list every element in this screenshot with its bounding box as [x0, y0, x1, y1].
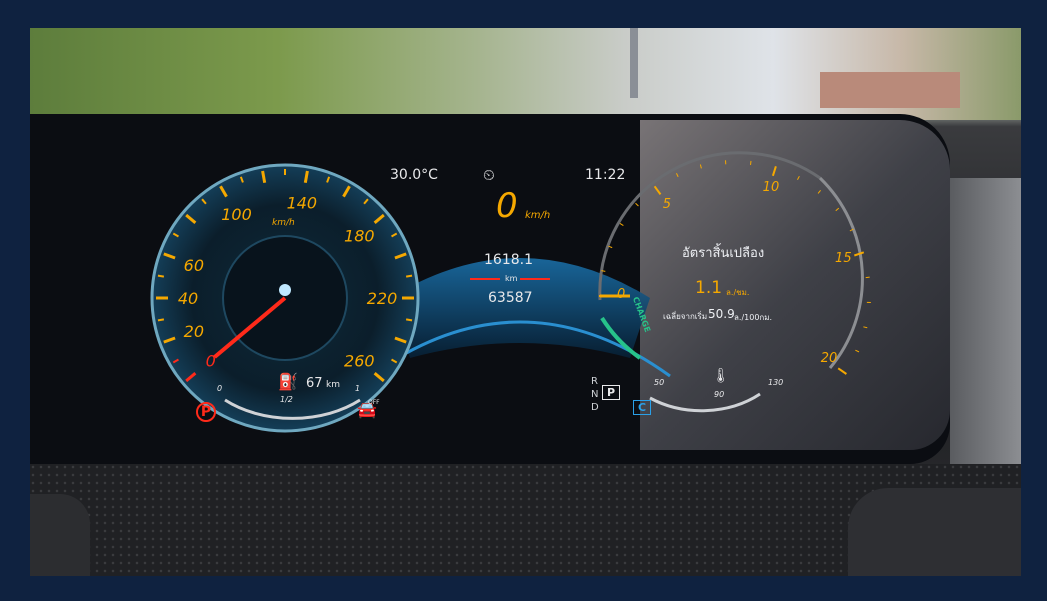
- consumption-tick-label: 0: [617, 287, 626, 302]
- consumption-tick: [837, 367, 847, 375]
- consumption-title: อัตราสิ้นเปลือง: [682, 246, 765, 261]
- photo-frame: 0 20 40 60 100 140 180 220 260 30.0°C ⏲ 11:22 0 …: [0, 0, 1047, 601]
- speed-tick-label: 20: [184, 322, 204, 341]
- gear-r: R: [591, 376, 598, 387]
- gear-n: N: [591, 389, 599, 400]
- speed-tick: [405, 318, 413, 322]
- consumption-tick: [699, 164, 702, 169]
- coolant-high: 130: [768, 378, 784, 387]
- speed-tick-label: 140: [287, 193, 318, 212]
- consumption-average-unit: ล./100กม.: [734, 313, 773, 322]
- drive-mode: C: [633, 400, 652, 415]
- consumption-tick-label: 15: [835, 250, 852, 266]
- consumption-gauge-arc-right: [818, 176, 864, 369]
- parking-brake-icon: P: [196, 402, 216, 422]
- speed-tick-label: 260: [344, 351, 375, 370]
- fuel-empty: 0: [217, 384, 223, 393]
- speed-tick: [157, 318, 165, 322]
- needle-pivot: [279, 284, 291, 296]
- digital-speed: 0: [496, 186, 518, 226]
- consumption-tick: [619, 223, 624, 226]
- speed-tick-label: 0: [206, 351, 216, 370]
- trip-line-left: [470, 278, 500, 280]
- speed-tick-label: 180: [344, 227, 375, 246]
- consumption-tick: [863, 326, 868, 329]
- speed-tick-label: 100: [221, 205, 252, 224]
- consumption-tick: [865, 276, 870, 279]
- coolant-low: 50: [654, 378, 665, 387]
- consumption-tick: [797, 175, 800, 180]
- gear-indicator: R N D: [591, 375, 599, 414]
- speed-tick-label: 220: [367, 289, 398, 308]
- consumption-average-prefix: เฉลี่ยจากเริ่ม: [663, 312, 708, 321]
- assist-off-label: OFF: [368, 399, 380, 406]
- digital-speed-unit: km/h: [525, 210, 551, 221]
- consumption-average: 50.9: [708, 307, 735, 321]
- thermometer-coolant-icon: 🌡: [712, 368, 730, 384]
- consumption-tick: [635, 202, 639, 207]
- consumption-tick: [855, 349, 860, 353]
- fuel-full: 1: [355, 384, 361, 393]
- consumption-tick: [675, 173, 679, 178]
- fuel-range: 67: [306, 376, 323, 391]
- fuel-range-unit: km: [326, 380, 340, 390]
- speed-tick: [157, 274, 165, 278]
- speed-tick: [405, 274, 413, 278]
- speed-tick-label: 60: [184, 256, 204, 275]
- trip-unit: km: [505, 274, 518, 283]
- dashboard-photo: 0 20 40 60 100 140 180 220 260 30.0°C ⏲ 11:22 0 …: [30, 28, 1021, 576]
- clock: 11:22: [585, 167, 626, 183]
- fuel-pump-icon: ⛽: [278, 372, 298, 391]
- speedometer-unit: km/h: [272, 218, 295, 228]
- speed-limiter-icon: ⏲: [483, 166, 495, 184]
- consumption-tick: [817, 189, 821, 194]
- consumption-tick-label: 5: [662, 196, 672, 212]
- consumption-ticks: [599, 160, 871, 375]
- consumption-tick: [653, 185, 662, 195]
- odometer: 63587: [488, 290, 533, 306]
- consumption-tick: [835, 207, 840, 212]
- outside-temperature: 30.0°C: [390, 167, 438, 183]
- consumption-tick: [608, 245, 613, 249]
- trip-distance: 1618.1: [484, 252, 533, 268]
- coolant-gauge-arc: [649, 392, 761, 413]
- speed-tick: [261, 170, 267, 184]
- coolant-mid: 90: [714, 390, 725, 399]
- speed-tick: [303, 170, 309, 184]
- gear-d: D: [591, 402, 599, 413]
- consumption-current-unit: ล./ชม.: [726, 288, 750, 297]
- consumption-tick-label: 10: [762, 180, 780, 196]
- consumption-current: 1.1: [695, 278, 723, 298]
- fuel-half: 1/2: [280, 395, 293, 404]
- consumption-tick-label: 20: [820, 351, 838, 367]
- gear-selected: P: [602, 385, 621, 400]
- consumption-tick: [771, 165, 777, 177]
- trip-line-right: [520, 278, 550, 280]
- speed-tick-label: 40: [178, 289, 198, 308]
